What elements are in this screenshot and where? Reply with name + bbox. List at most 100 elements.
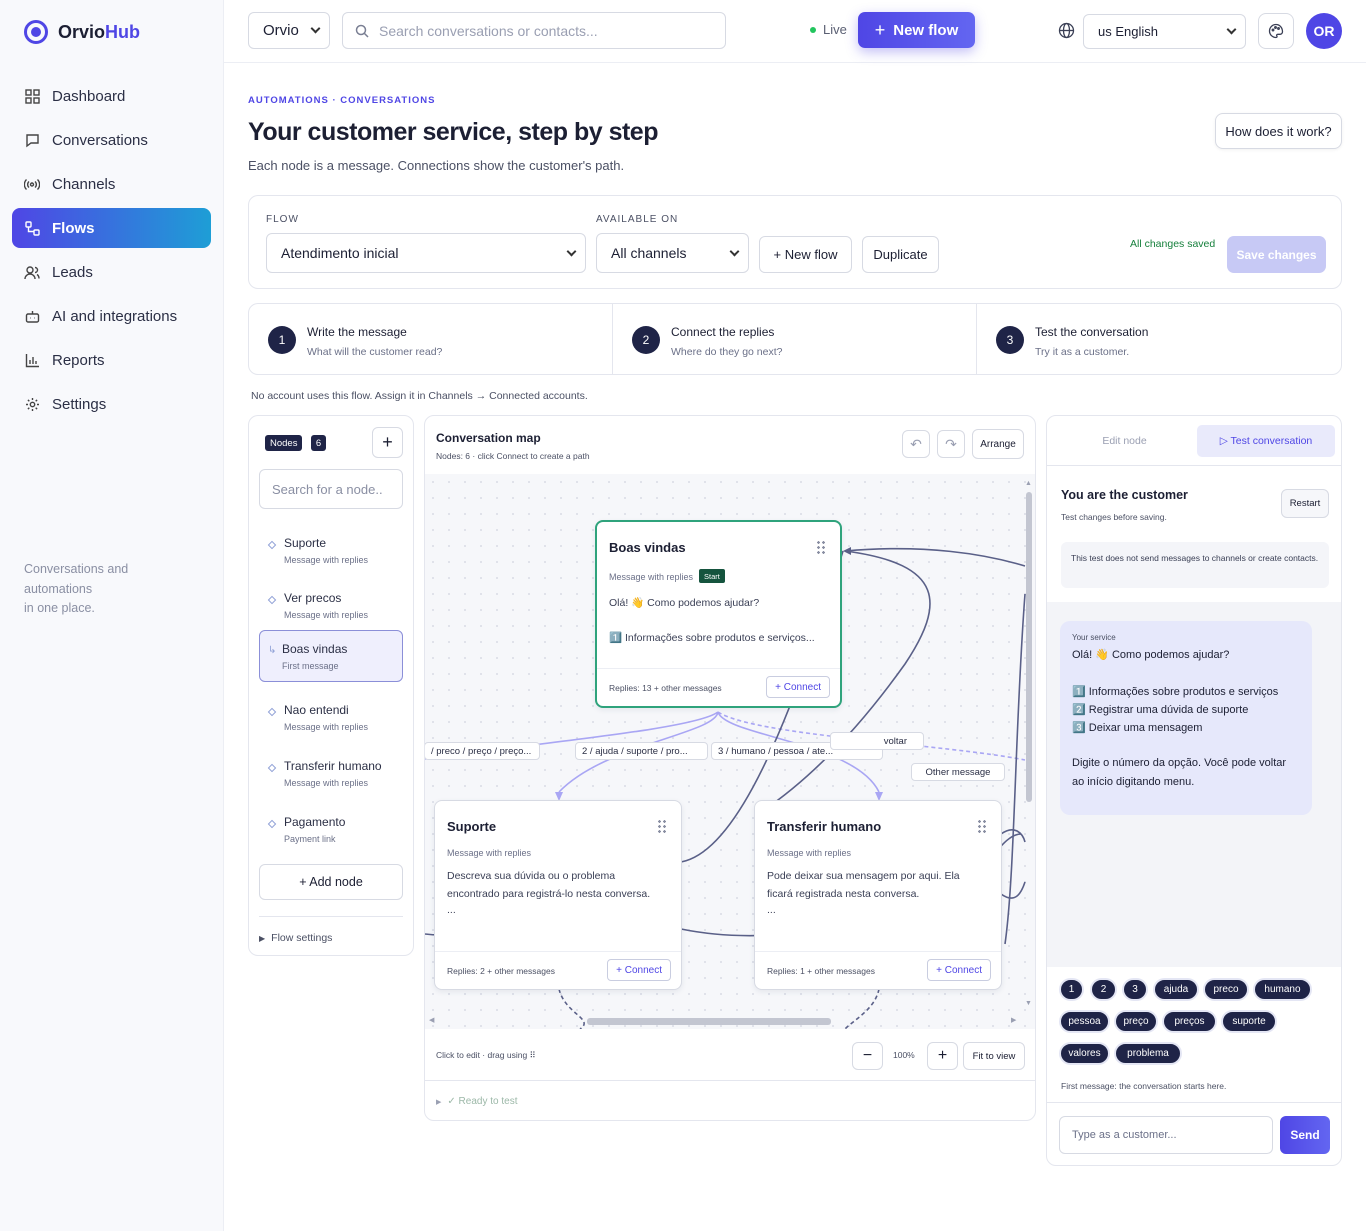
- save-changes-button[interactable]: Save changes: [1227, 236, 1326, 273]
- redo-button[interactable]: ↷: [937, 430, 965, 458]
- live-dot-icon: [810, 26, 816, 33]
- flow-select[interactable]: Atendimento inicial: [266, 233, 586, 273]
- channel-select[interactable]: All channels: [596, 233, 749, 273]
- zoom-level: 100%: [893, 1050, 915, 1060]
- sidebar-item-label: AI and integrations: [52, 307, 178, 325]
- sidebar-item-conversations[interactable]: Conversations: [12, 120, 211, 160]
- scrollbar-thumb[interactable]: [1026, 492, 1032, 802]
- undo-button[interactable]: ↶: [902, 430, 930, 458]
- sidebar-item-reports[interactable]: Reports: [12, 340, 211, 380]
- flow-node-boas-vindas[interactable]: Boas vindas Message with replies Start O…: [595, 520, 842, 708]
- connect-button[interactable]: + Connect: [607, 959, 671, 981]
- sidebar-item-dashboard[interactable]: Dashboard: [12, 76, 211, 116]
- flow-node-transferir-humano[interactable]: Transferir humano Message with replies P…: [754, 800, 1002, 990]
- tab-test-conversation[interactable]: ▷ Test conversation: [1197, 425, 1335, 457]
- globe-icon[interactable]: [1058, 22, 1075, 44]
- sidebar-item-ai-integrations[interactable]: AI and integrations: [12, 296, 211, 336]
- broadcast-icon: [24, 176, 40, 192]
- flow-canvas[interactable]: / preco / preço / preço... 2 / ajuda / s…: [425, 474, 1035, 1029]
- search-input[interactable]: Search conversations or contacts...: [342, 12, 726, 49]
- flow-node-suporte[interactable]: Suporte Message with replies Descreva su…: [434, 800, 682, 990]
- language-select[interactable]: us English: [1083, 14, 1246, 49]
- edge-label[interactable]: Other message: [911, 763, 1005, 781]
- send-button[interactable]: Send: [1280, 1116, 1330, 1154]
- node-list-item-transferir-humano[interactable]: Transferir humano Message with replies: [259, 752, 403, 804]
- sidebar-item-leads[interactable]: Leads: [12, 252, 211, 292]
- bar-chart-icon: [24, 352, 40, 368]
- page-subtitle: Each node is a message. Connections show…: [248, 158, 625, 173]
- add-node-icon-button[interactable]: +: [372, 427, 403, 458]
- quick-reply-chip[interactable]: preços: [1162, 1010, 1217, 1033]
- restart-button[interactable]: Restart: [1281, 489, 1329, 518]
- sidebar-item-label: Conversations: [52, 131, 148, 149]
- quick-reply-chip[interactable]: suporte: [1221, 1010, 1277, 1033]
- edge-label[interactable]: 2 / ajuda / suporte / pro...: [575, 742, 708, 760]
- sidebar-item-channels[interactable]: Channels: [12, 164, 211, 204]
- step-desc: Try it as a customer.: [1035, 346, 1130, 358]
- quick-reply-chip[interactable]: preco: [1203, 978, 1249, 1001]
- horizontal-scrollbar[interactable]: ◀ ▶: [429, 1016, 1021, 1026]
- zoom-in-button[interactable]: +: [927, 1042, 958, 1070]
- caret-right-icon: ▶: [436, 1099, 442, 1106]
- quick-reply-chip[interactable]: 2: [1090, 978, 1117, 1001]
- new-flow-button[interactable]: + New flow: [858, 12, 975, 48]
- quick-reply-chip[interactable]: valores: [1059, 1042, 1110, 1065]
- divider: [1047, 1102, 1341, 1103]
- connect-button[interactable]: + Connect: [766, 676, 830, 698]
- ready-status-toggle[interactable]: ▶ ✓ Ready to test: [436, 1096, 517, 1107]
- zoom-out-button[interactable]: −: [852, 1042, 883, 1070]
- caret-right-icon: ▶: [259, 934, 266, 943]
- how-it-works-button[interactable]: How does it work?: [1215, 113, 1342, 149]
- quick-reply-chip[interactable]: 3: [1122, 978, 1148, 1001]
- quick-reply-chip[interactable]: preço: [1114, 1010, 1158, 1033]
- node-list-item-boas-vindas[interactable]: ↳ Boas vindas First message: [259, 630, 403, 682]
- duplicate-button[interactable]: Duplicate: [862, 236, 939, 273]
- flow-label: FLOW: [266, 214, 299, 225]
- new-flow-secondary-button[interactable]: + New flow: [759, 236, 852, 273]
- avatar[interactable]: OR: [1306, 13, 1342, 49]
- node-list-item-suporte[interactable]: Suporte Message with replies: [259, 529, 403, 581]
- assignment-notice: No account uses this flow. Assign it in …: [251, 390, 588, 402]
- drag-handle-icon[interactable]: [657, 819, 667, 833]
- connect-button[interactable]: + Connect: [927, 959, 991, 981]
- sidebar-item-flows[interactable]: Flows: [12, 208, 211, 248]
- quick-reply-chip[interactable]: pessoa: [1059, 1010, 1110, 1033]
- step-1: 1 Write the message What will the custom…: [249, 304, 613, 374]
- tab-edit-node[interactable]: Edit node: [1057, 425, 1192, 457]
- node-search-input[interactable]: Search for a node..: [259, 469, 403, 509]
- quick-reply-chip[interactable]: ajuda: [1153, 978, 1199, 1001]
- scrollbar-thumb[interactable]: [587, 1018, 831, 1025]
- chat-input[interactable]: Type as a customer...: [1059, 1116, 1273, 1154]
- available-on-label: AVAILABLE ON: [596, 214, 679, 225]
- node-list-item-ver-precos[interactable]: Ver precos Message with replies: [259, 584, 403, 636]
- step-title: Connect the replies: [671, 325, 775, 339]
- scroll-left-icon[interactable]: ◀: [429, 1016, 434, 1024]
- vertical-scrollbar[interactable]: ▲ ▼: [1025, 480, 1033, 1010]
- quick-reply-chip[interactable]: 1: [1059, 978, 1084, 1001]
- node-list-item-nao-entendi[interactable]: Nao entendi Message with replies: [259, 696, 403, 748]
- steps-card: 1 Write the message What will the custom…: [248, 303, 1342, 375]
- edge-label[interactable]: voltar: [830, 732, 924, 750]
- step-number: 2: [632, 326, 660, 354]
- quick-reply-chip[interactable]: problema: [1114, 1042, 1182, 1065]
- fit-to-view-button[interactable]: Fit to view: [963, 1042, 1025, 1070]
- scroll-right-icon[interactable]: ▶: [1011, 1016, 1016, 1024]
- workspace-select[interactable]: Orvio: [248, 12, 330, 49]
- test-panel: Edit node ▷ Test conversation You are th…: [1046, 415, 1342, 1166]
- edge-label[interactable]: / preco / preço / preço...: [425, 742, 540, 760]
- chat-area: Your service Olá! 👋 Como podemos ajudar?…: [1047, 602, 1341, 967]
- chat-icon: [24, 132, 40, 148]
- arrange-button[interactable]: Arrange: [972, 429, 1024, 459]
- brand-logo[interactable]: OrvioHub: [24, 20, 140, 44]
- flow-settings-toggle[interactable]: ▶ Flow settings: [259, 932, 332, 944]
- add-node-button[interactable]: + Add node: [259, 864, 403, 900]
- sidebar-item-settings[interactable]: Settings: [12, 384, 211, 424]
- drag-handle-icon[interactable]: [977, 819, 987, 833]
- node-list-item-pagamento[interactable]: Pagamento Payment link: [259, 808, 403, 860]
- theme-palette-button[interactable]: [1258, 13, 1294, 49]
- start-badge: Start: [699, 569, 725, 583]
- drag-handle-icon[interactable]: [816, 540, 826, 554]
- scroll-up-icon[interactable]: ▲: [1025, 480, 1032, 487]
- quick-reply-chip[interactable]: humano: [1253, 978, 1312, 1001]
- scroll-down-icon[interactable]: ▼: [1025, 1000, 1032, 1007]
